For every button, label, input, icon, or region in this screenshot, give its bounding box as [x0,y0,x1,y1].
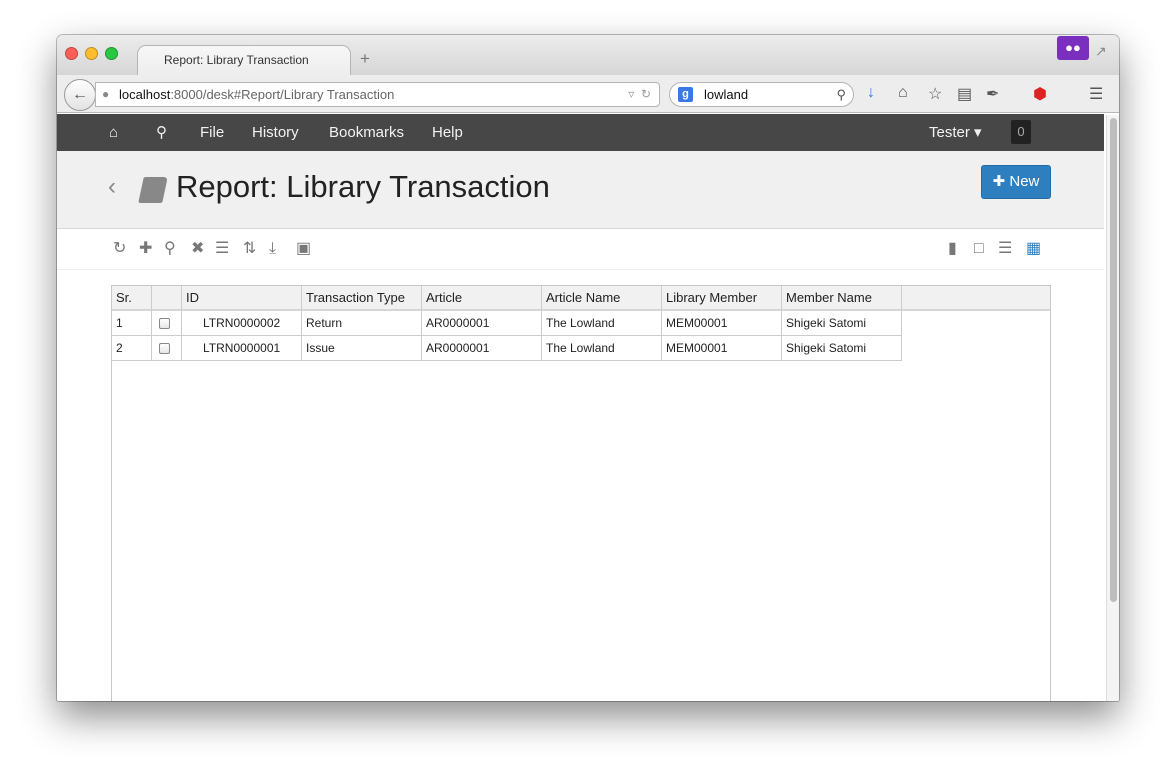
close-window-button[interactable] [65,47,78,60]
cell-transaction-type: Return [302,311,422,336]
col-id[interactable]: ID [182,286,302,311]
report-grid: Sr. ID Transaction Type Article Article … [111,285,1051,701]
col-article[interactable]: Article [422,286,542,311]
browser-window: Report: Library Transaction + ●● ↗ ← ● l… [57,35,1119,701]
mask-addon-icon[interactable]: ●● [1057,36,1089,60]
nav-file[interactable]: File [200,114,224,151]
clear-icon[interactable]: ✖ [191,239,204,259]
tab-title: Report: Library Transaction [164,53,309,67]
reload-icon[interactable]: ▿ ↻ [628,83,651,106]
cell-library-member: MEM00001 [662,336,782,361]
cell-check [152,311,182,336]
cell-sr: 2 [112,336,152,361]
scrollbar-thumb[interactable] [1110,118,1117,602]
back-button[interactable]: ← [64,79,96,111]
app-content: ⌂ ⚲ File History Bookmarks Help Tester ▾… [57,114,1104,701]
cell-member-name: Shigeki Satomi [782,311,902,336]
user-menu[interactable]: Tester ▾ [929,114,982,151]
home-icon[interactable]: ⌂ [898,84,908,102]
page-header: ‹ Report: Library Transaction ✚ New [57,151,1104,229]
col-article-name[interactable]: Article Name [542,286,662,311]
cell-transaction-type: Issue [302,336,422,361]
browser-navbar: ← ● localhost:8000/desk#Report/Library T… [57,75,1119,113]
bookmark-star-icon[interactable]: ☆ [928,84,942,104]
adblock-icon[interactable]: ⬢ [1033,84,1047,104]
reading-list-icon[interactable]: ▤ [957,84,972,104]
search-icon[interactable]: ⚲ [164,239,176,259]
col-transaction-type[interactable]: Transaction Type [302,286,422,311]
page-title: Report: Library Transaction [176,169,550,204]
cell-article: AR0000001 [422,311,542,336]
row-checkbox[interactable] [159,318,170,329]
col-library-member[interactable]: Library Member [662,286,782,311]
add-icon[interactable]: ✚ [139,239,152,259]
top-navbar: ⌂ ⚲ File History Bookmarks Help Tester ▾… [57,114,1104,151]
download-arrow-icon[interactable]: ↓ [867,84,875,102]
table-row[interactable]: 2 LTRN0000001 Issue AR0000001 The Lowlan… [112,336,902,361]
search-value: lowland [704,87,749,102]
book-view-icon[interactable]: ▮ [948,239,957,259]
grid-view-icon[interactable]: ▦ [1026,239,1041,259]
cell-id[interactable]: LTRN0000002 [182,311,302,336]
nav-bookmarks[interactable]: Bookmarks [329,114,404,151]
grid-header: Sr. ID Transaction Type Article Article … [112,286,1050,311]
col-member-name[interactable]: Member Name [782,286,902,311]
new-tab-button[interactable]: + [360,49,370,69]
url-bar[interactable]: ● localhost:8000/desk#Report/Library Tra… [95,82,660,107]
cell-article-name: The Lowland [542,311,662,336]
search-icon[interactable]: ⚲ [836,83,846,106]
download-icon[interactable]: ⤓ [269,239,276,259]
cell-sr: 1 [112,311,152,336]
cell-article: AR0000001 [422,336,542,361]
search-field[interactable]: g lowland ⚲ [669,82,854,107]
cell-article-name: The Lowland [542,336,662,361]
cell-library-member: MEM00001 [662,311,782,336]
minimize-window-button[interactable] [85,47,98,60]
browser-tab[interactable]: Report: Library Transaction [137,45,351,76]
cell-member-name: Shigeki Satomi [782,336,902,361]
menu-icon[interactable]: ☰ [1089,84,1103,104]
url-path: :8000/desk#Report/Library Transaction [170,87,395,102]
report-toolbar: ↻ ✚ ⚲ ✖ ☰ ⇅ ⤓ ▣ ▮ □ ☰ ▦ [57,230,1104,270]
col-check[interactable] [152,286,182,311]
cell-id[interactable]: LTRN0000001 [182,336,302,361]
col-sr[interactable]: Sr. [112,286,152,311]
new-button-label: New [1009,173,1040,190]
nav-help[interactable]: Help [432,114,463,151]
zoom-window-button[interactable] [105,47,118,60]
search-nav-icon[interactable]: ⚲ [156,114,167,151]
fullscreen-icon[interactable]: ↗ [1095,43,1107,60]
refresh-icon[interactable]: ↻ [113,239,126,259]
nav-history[interactable]: History [252,114,299,151]
title-bar: Report: Library Transaction + ●● ↗ [57,35,1119,76]
cell-check [152,336,182,361]
columns-icon[interactable]: ☰ [215,239,229,259]
file-view-icon[interactable]: □ [974,239,984,259]
globe-icon: ● [102,87,110,101]
user-name: Tester [929,124,970,141]
google-icon[interactable]: g [678,87,693,102]
list-view-icon[interactable]: ☰ [998,239,1012,259]
new-button[interactable]: ✚ New [981,165,1051,199]
chevron-left-icon[interactable]: ‹ [108,173,116,201]
page-scrollbar[interactable] [1106,115,1119,701]
home-nav-icon[interactable]: ⌂ [109,114,118,151]
row-checkbox[interactable] [159,343,170,354]
notification-badge[interactable]: 0 [1011,120,1031,144]
dropper-icon[interactable]: ✒ [986,84,999,104]
sort-icon[interactable]: ⇅ [243,239,256,259]
book-icon [138,177,168,203]
url-host: localhost [119,87,171,102]
save-icon[interactable]: ▣ [296,239,311,259]
table-row[interactable]: 1 LTRN0000002 Return AR0000001 The Lowla… [112,311,902,336]
